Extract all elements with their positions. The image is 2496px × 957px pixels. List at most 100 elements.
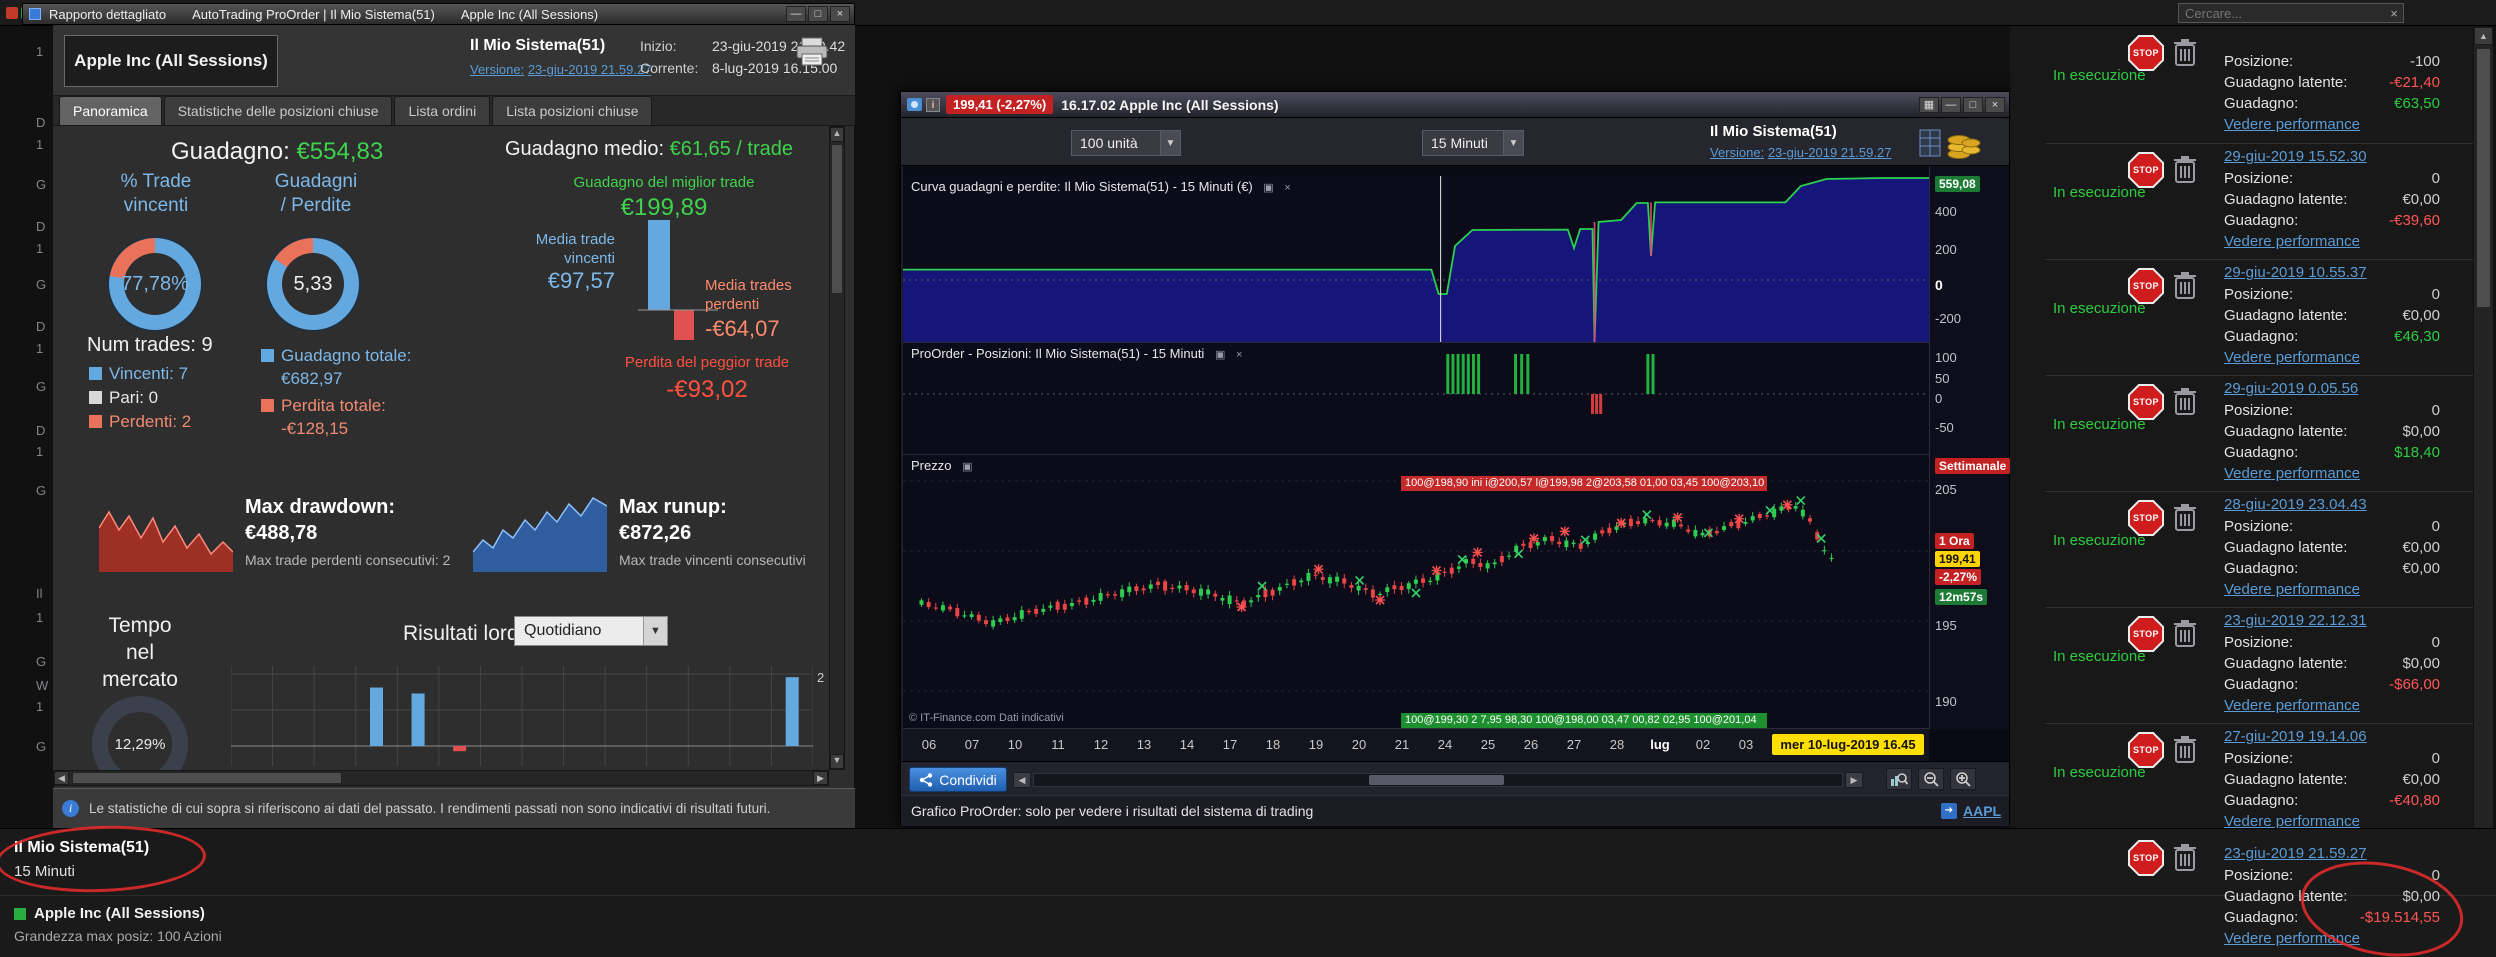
stop-button[interactable]: STOP: [2128, 35, 2164, 71]
trash-icon[interactable]: [2172, 842, 2198, 872]
runup-sparkline: [473, 488, 607, 572]
system-date-link[interactable]: 28-giu-2019 23.04.43: [2224, 496, 2367, 513]
instrument-link-icon[interactable]: ➔: [1941, 803, 1957, 819]
vedere-performance-link[interactable]: Vedere performance: [2224, 349, 2360, 366]
system-date-link[interactable]: 29-giu-2019 0.05.56: [2224, 380, 2358, 397]
report-horizontal-scrollbar[interactable]: ◀ ▶: [53, 770, 829, 786]
printer-icon[interactable]: [795, 37, 829, 67]
chart-window: i 199,41 (-2,27%) 16.17.02 Apple Inc (Al…: [900, 91, 2011, 826]
avg-gain-line: Guadagno medio: €61,65 / trade: [505, 138, 794, 160]
panel-vertical-scrollbar[interactable]: ▲ ▼: [2473, 26, 2494, 947]
camera-icon[interactable]: [907, 98, 922, 111]
vedere-performance-link[interactable]: Vedere performance: [2224, 465, 2360, 482]
scroll-left-button[interactable]: ◀: [1013, 772, 1031, 788]
report-vertical-scrollbar[interactable]: ▲ ▼: [829, 126, 845, 770]
trash-icon[interactable]: [2172, 734, 2198, 764]
vedere-performance-link[interactable]: Vedere performance: [2224, 697, 2360, 714]
time-axis-label: 20: [1351, 737, 1367, 752]
trash-icon[interactable]: [2172, 386, 2198, 416]
system-date-link[interactable]: 29-giu-2019 15.52.30: [2224, 148, 2367, 165]
chart-window-titlebar[interactable]: i 199,41 (-2,27%) 16.17.02 Apple Inc (Al…: [901, 92, 2009, 118]
zoom-fit-icon[interactable]: [1886, 768, 1912, 790]
tab-lista-ordini[interactable]: Lista ordini: [394, 96, 491, 125]
scrollbar-thumb[interactable]: [1369, 775, 1504, 785]
guadagno-latente-line: Guadagno latente: €0,00: [2224, 539, 2440, 556]
close-icon[interactable]: ×: [1284, 182, 1290, 194]
axis-tick: 100: [1935, 350, 1957, 365]
popout-icon[interactable]: ▣: [1263, 181, 1273, 194]
positions-panel[interactable]: ProOrder - Posizioni: Il Mio Sistema(51)…: [903, 343, 1929, 455]
settings-icon[interactable]: ▣: [962, 460, 972, 473]
ratio-value: 5,33: [293, 272, 333, 295]
close-button[interactable]: ×: [1985, 96, 2005, 113]
system-row: In esecuzione STOP 28-giu-2019 23.04.43 Pos…: [2045, 491, 2473, 607]
posizione-line: Posizione: 0: [2224, 402, 2440, 419]
chart-system-version: Versione: 23-giu-2019 21.59.27: [1710, 145, 1892, 160]
stop-button[interactable]: STOP: [2128, 152, 2164, 188]
system-date-link[interactable]: 29-giu-2019 10.55.37: [2224, 264, 2367, 281]
grid-icon[interactable]: ▦: [1919, 96, 1939, 113]
share-icon: [920, 772, 933, 787]
red-app-icon[interactable]: [6, 7, 18, 19]
search-clear-icon[interactable]: ×: [2385, 6, 2403, 21]
version-link[interactable]: 23-giu-2019 21.59.27: [528, 62, 652, 77]
price-panel[interactable]: Prezzo ▣ 100@198,90 ini i@200,57 l@199,9…: [903, 455, 1929, 729]
chevron-down-icon: ▼: [1503, 131, 1523, 155]
info-icon[interactable]: i: [926, 97, 940, 112]
trash-icon[interactable]: [2172, 618, 2198, 648]
maximize-button[interactable]: □: [808, 6, 828, 22]
symbol-link[interactable]: AAPL: [1963, 803, 2001, 819]
report-window-titlebar[interactable]: Rapporto dettagliato AutoTrading ProOrde…: [22, 3, 855, 25]
scroll-right-button[interactable]: ▶: [1845, 772, 1863, 788]
timeframe-select[interactable]: 15 Minuti ▼: [1422, 130, 1524, 156]
report-title-context: AutoTrading ProOrder | Il Mio Sistema(51…: [192, 6, 435, 22]
zoom-out-icon[interactable]: [1918, 768, 1944, 790]
share-button[interactable]: Condividi: [909, 767, 1007, 792]
zoom-in-icon[interactable]: [1950, 768, 1976, 790]
max-position-size: Grandezza max posiz: 100 Azioni: [14, 928, 222, 944]
stop-button[interactable]: STOP: [2128, 840, 2164, 876]
vedere-performance-link[interactable]: Vedere performance: [2224, 813, 2360, 828]
trash-icon[interactable]: [2172, 154, 2198, 184]
equity-panel[interactable]: Curva guadagni e perdite: Il Mio Sistema…: [903, 176, 1929, 343]
system-date-link[interactable]: 23-giu-2019 22.12.31: [2224, 612, 2367, 629]
stop-button[interactable]: STOP: [2128, 268, 2164, 304]
price-axis-column: 559,08 400 200 0 -200 100 50 0 -50 Settimanale 205…: [1929, 166, 2011, 729]
time-in-market-pie: 12,29%: [92, 696, 188, 770]
instrument-tab[interactable]: Apple Inc (All Sessions): [64, 35, 278, 87]
vedere-performance-link[interactable]: Vedere performance: [2224, 116, 2360, 133]
minimize-button[interactable]: —: [1941, 96, 1961, 113]
posizione-line: Posizione: 0: [2224, 750, 2440, 767]
maximize-button[interactable]: □: [1963, 96, 1983, 113]
search-input[interactable]: [2179, 5, 2385, 21]
tab-lista-posizioni[interactable]: Lista posizioni chiuse: [492, 96, 653, 125]
trash-icon[interactable]: [2172, 37, 2198, 67]
version-label[interactable]: Versione:: [470, 62, 524, 77]
trash-icon[interactable]: [2172, 502, 2198, 532]
legend-item: Pari: 0: [89, 388, 158, 408]
axis-tick: 0: [1935, 277, 1943, 293]
vedere-performance-link[interactable]: Vedere performance: [2224, 581, 2360, 598]
vedere-performance-link[interactable]: Vedere performance: [2224, 233, 2360, 250]
version-link[interactable]: 23-giu-2019 21.59.27: [1768, 145, 1892, 160]
stop-button[interactable]: STOP: [2128, 384, 2164, 420]
time-axis-label: 28: [1609, 737, 1625, 752]
minimize-button[interactable]: —: [786, 6, 806, 22]
background-text-fragment: G: [36, 277, 47, 292]
system-date-link[interactable]: 27-giu-2019 19.14.06: [2224, 728, 2367, 745]
popout-icon[interactable]: ▣: [1215, 348, 1225, 361]
system-date-link[interactable]: 23-giu-2019 21.59.27: [2224, 845, 2367, 862]
period-select[interactable]: Quotidiano ▼: [514, 616, 668, 646]
close-button[interactable]: ×: [830, 6, 850, 22]
tab-panoramica[interactable]: Panoramica: [59, 96, 162, 125]
quantity-select[interactable]: 100 unità ▼: [1071, 130, 1181, 156]
stop-button[interactable]: STOP: [2128, 732, 2164, 768]
money-stack-icon[interactable]: [1919, 122, 1981, 162]
stop-button[interactable]: STOP: [2128, 500, 2164, 536]
trash-icon[interactable]: [2172, 270, 2198, 300]
chart-toolbar: 100 unità ▼ 15 Minuti ▼ Il Mio Sistema(51)…: [901, 118, 2009, 166]
tab-statistiche[interactable]: Statistiche delle posizioni chiuse: [163, 96, 393, 125]
close-icon[interactable]: ×: [1236, 349, 1242, 361]
chart-scrollbar[interactable]: [1033, 773, 1843, 787]
stop-button[interactable]: STOP: [2128, 616, 2164, 652]
